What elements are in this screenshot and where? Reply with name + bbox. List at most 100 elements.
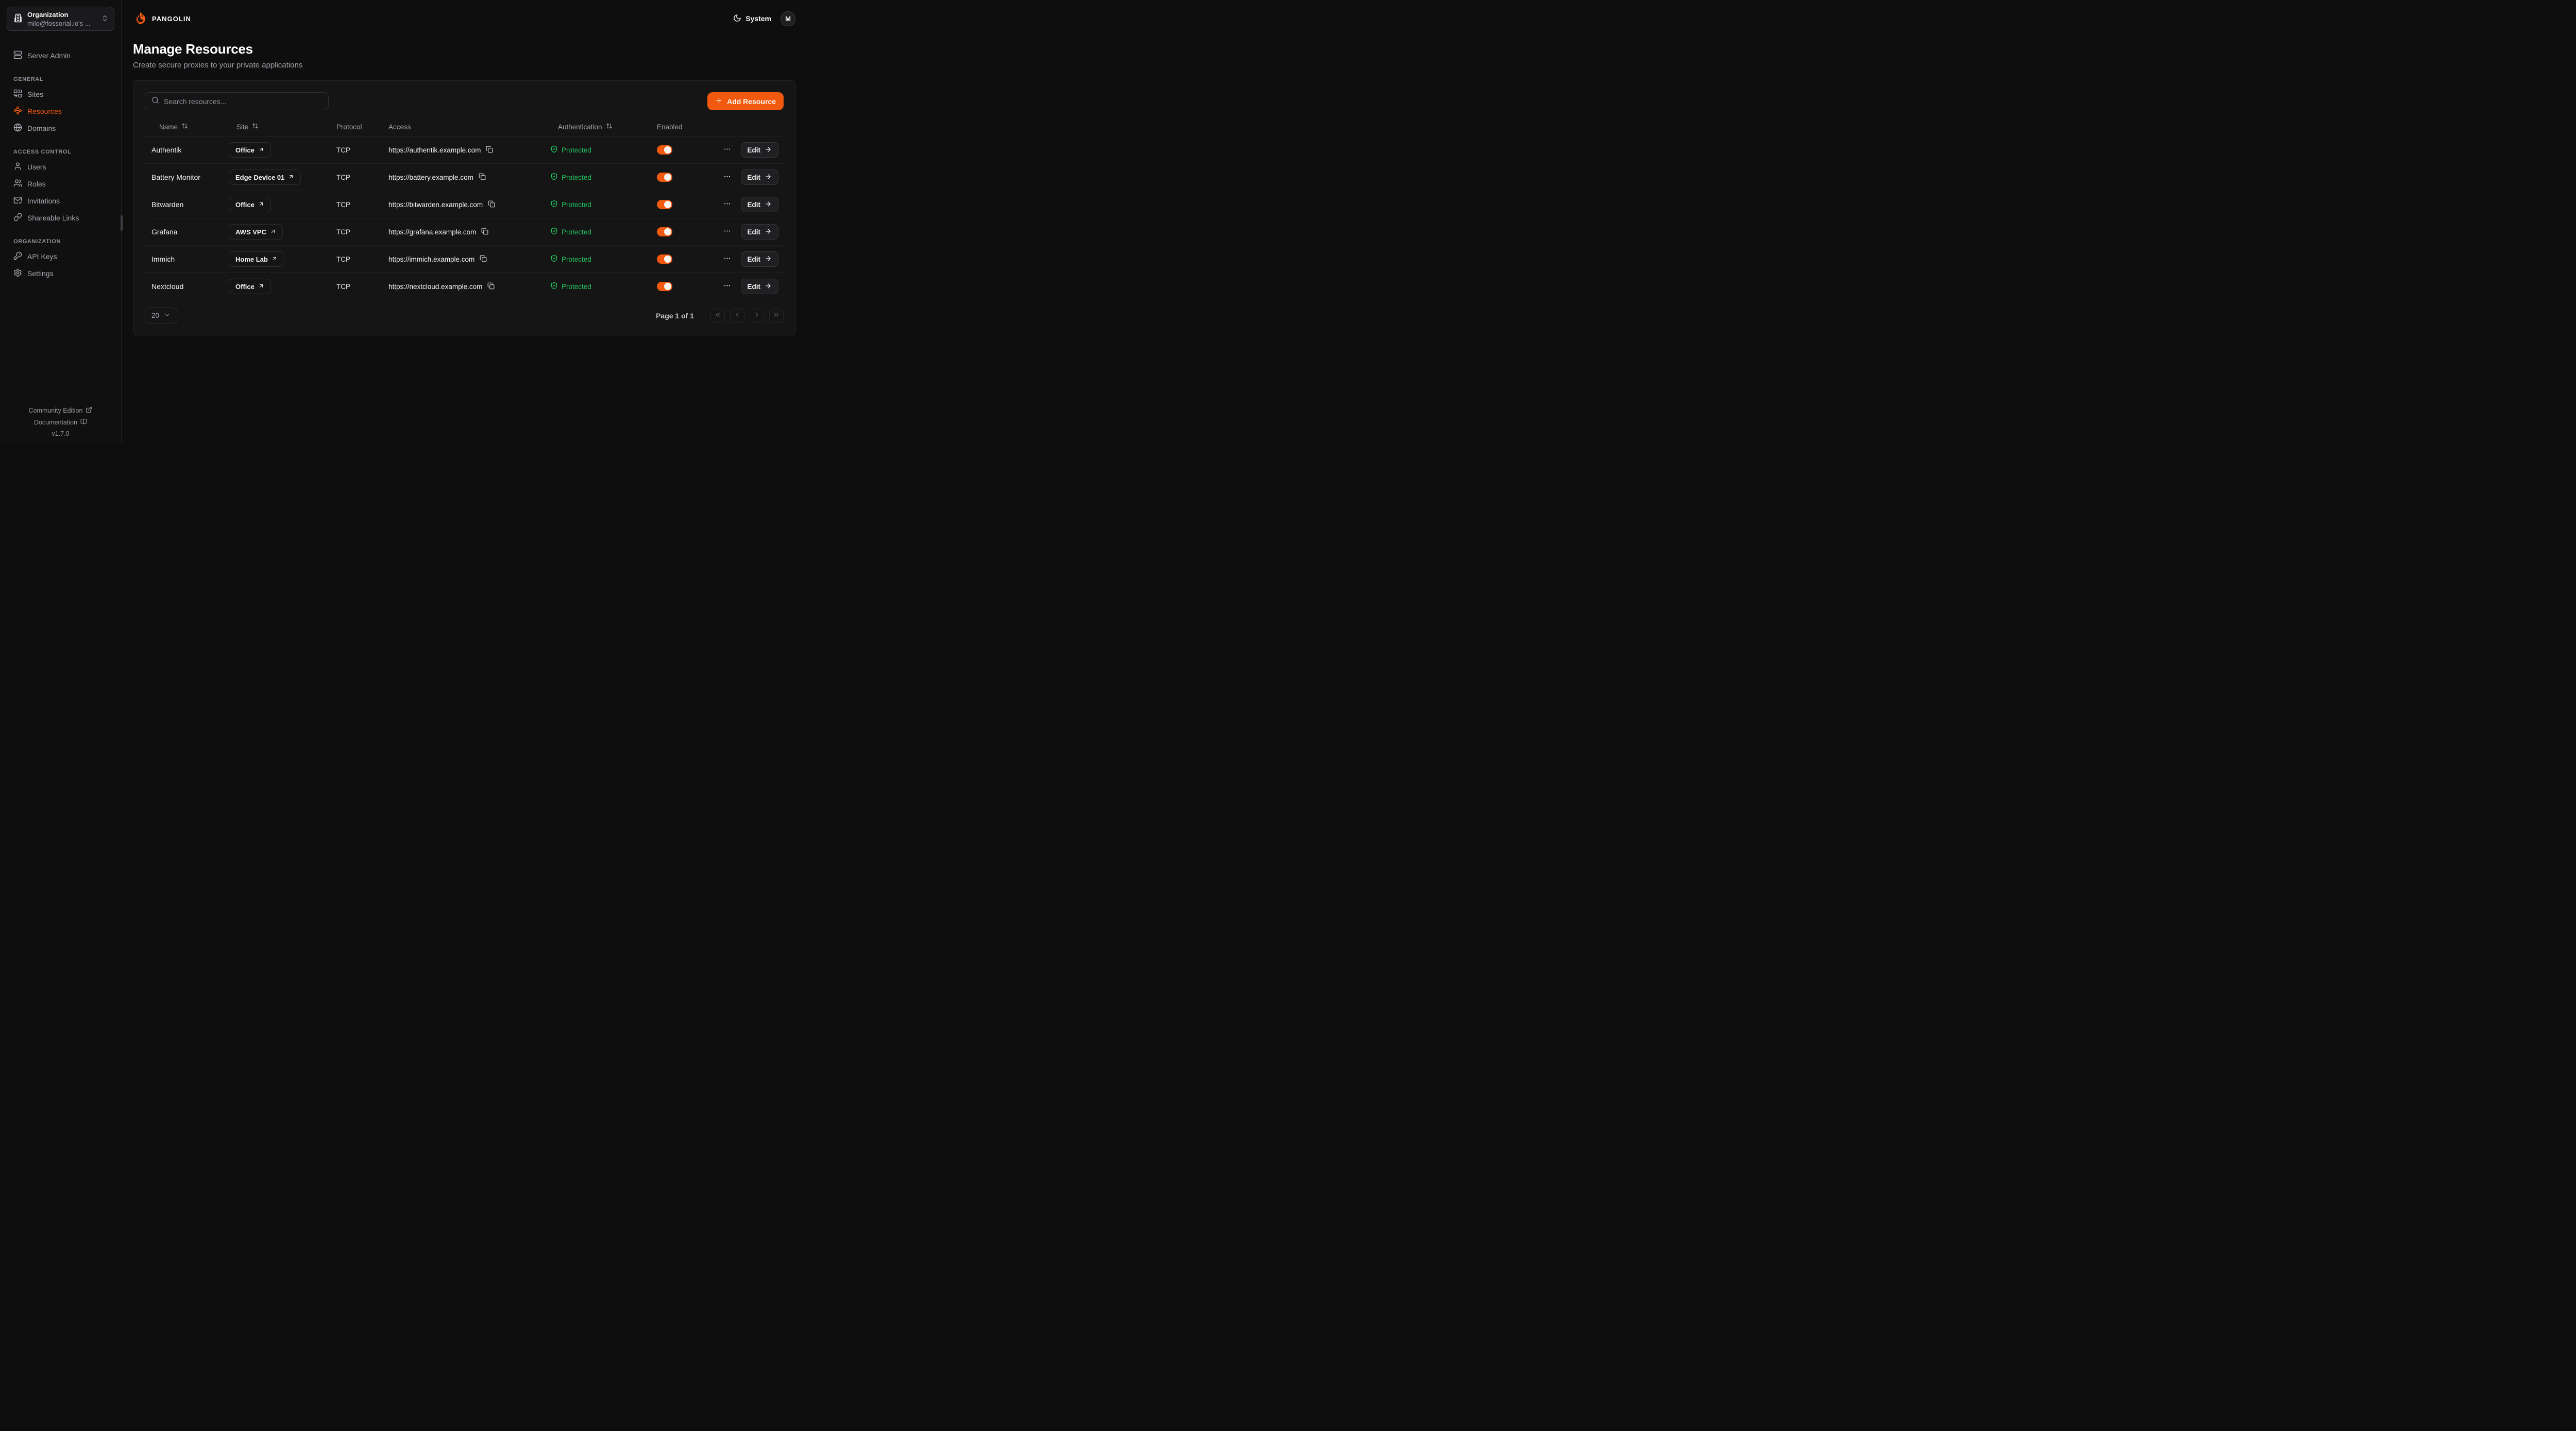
plus-icon [715, 97, 723, 106]
shield-check-icon [550, 227, 558, 236]
resource-row: Immich Home Lab TCP https://immich.examp… [145, 245, 784, 272]
sidebar-item-server-admin[interactable]: Server Admin [7, 47, 114, 64]
copy-icon [480, 255, 487, 264]
site-link-badge[interactable]: AWS VPC [229, 224, 283, 240]
site-link-badge[interactable]: Office [229, 142, 271, 158]
edit-button[interactable]: Edit [741, 224, 779, 240]
copy-icon [487, 282, 495, 291]
book-open-icon [80, 418, 87, 427]
pagination-bar: 20 Page 1 of 1 [145, 308, 784, 323]
resource-row: Authentik Office TCP https://authentik.e… [145, 136, 784, 163]
sidebar-item-resources[interactable]: Resources [7, 103, 114, 120]
copy-url-button[interactable] [487, 282, 495, 291]
sidebar-item-settings[interactable]: Settings [7, 265, 114, 282]
auth-status-badge: Protected [550, 145, 591, 155]
row-menu-button[interactable] [722, 144, 732, 156]
resources-card: Add Resource Name Site [133, 80, 795, 335]
column-header-enabled: Enabled [650, 123, 712, 131]
sidebar-item-api-keys[interactable]: API Keys [7, 248, 114, 265]
sidebar: Organization milo@fossorial.io's ... Ser… [0, 0, 122, 442]
column-header-site[interactable]: Site [222, 123, 330, 131]
key-icon [13, 251, 22, 262]
row-menu-button[interactable] [722, 226, 732, 237]
auth-status-badge: Protected [550, 200, 591, 209]
arrow-right-icon [765, 282, 772, 291]
enabled-toggle[interactable] [657, 282, 672, 291]
site-link-badge[interactable]: Office [229, 197, 271, 212]
resource-row: Nextcloud Office TCP https://nextcloud.e… [145, 272, 784, 300]
last-page-button[interactable] [769, 309, 784, 323]
enabled-toggle[interactable] [657, 173, 672, 182]
copy-url-button[interactable] [479, 173, 486, 182]
column-header-name[interactable]: Name [145, 123, 222, 131]
row-menu-button[interactable] [722, 253, 732, 265]
sidebar-item-shareable-links[interactable]: Shareable Links [7, 209, 114, 226]
sidebar-resize-handle[interactable] [121, 215, 123, 231]
copy-url-button[interactable] [481, 228, 488, 236]
edit-button[interactable]: Edit [741, 169, 779, 185]
enabled-toggle[interactable] [657, 254, 672, 264]
sort-icon [606, 123, 613, 131]
auth-status-badge: Protected [550, 173, 591, 182]
copy-icon [479, 173, 486, 182]
page-content: Manage Resources Create secure proxies t… [122, 37, 808, 335]
resource-protocol: TCP [330, 228, 382, 236]
chevron-left-icon [734, 311, 741, 320]
community-edition-link[interactable]: Community Edition [29, 406, 93, 415]
external-link-icon [86, 406, 92, 415]
sidebar-item-users[interactable]: Users [7, 158, 114, 175]
shield-check-icon [550, 254, 558, 264]
first-page-button[interactable] [710, 309, 725, 323]
site-link-badge[interactable]: Home Lab [229, 251, 284, 267]
waypoints-icon [13, 106, 22, 116]
enabled-toggle[interactable] [657, 200, 672, 209]
resource-access-url: https://authentik.example.com [388, 146, 481, 154]
sidebar-item-invitations[interactable]: Invitations [7, 192, 114, 209]
column-header-access: Access [382, 123, 544, 131]
add-resource-button[interactable]: Add Resource [707, 92, 784, 110]
enabled-toggle[interactable] [657, 227, 672, 236]
edit-button[interactable]: Edit [741, 279, 779, 294]
resource-protocol: TCP [330, 174, 382, 181]
search-input[interactable] [164, 97, 322, 106]
resource-row: Bitwarden Office TCP https://bitwarden.e… [145, 191, 784, 218]
sidebar-item-sites[interactable]: Sites [7, 86, 114, 103]
user-avatar[interactable]: M [781, 11, 795, 26]
edit-button[interactable]: Edit [741, 142, 779, 158]
copy-url-button[interactable] [480, 255, 487, 264]
copy-url-button[interactable] [486, 146, 493, 155]
org-selector[interactable]: Organization milo@fossorial.io's ... [7, 7, 114, 31]
edit-button[interactable]: Edit [741, 197, 779, 212]
row-menu-button[interactable] [722, 172, 732, 183]
arrow-up-right-icon [258, 283, 264, 291]
documentation-link[interactable]: Documentation [34, 418, 87, 427]
enabled-toggle[interactable] [657, 145, 672, 155]
auth-status-badge: Protected [550, 254, 591, 264]
sidebar-item-domains[interactable]: Domains [7, 120, 114, 137]
combine-icon [13, 89, 22, 99]
resource-protocol: TCP [330, 255, 382, 263]
ellipsis-icon [723, 282, 731, 291]
theme-toggle-button[interactable]: System [733, 14, 771, 24]
resource-name: Bitwarden [145, 200, 222, 209]
site-link-badge[interactable]: Office [229, 279, 271, 294]
copy-url-button[interactable] [488, 200, 495, 209]
sidebar-item-roles[interactable]: Roles [7, 175, 114, 192]
prev-page-button[interactable] [730, 309, 744, 323]
row-menu-button[interactable] [722, 281, 732, 292]
resource-access-url: https://nextcloud.example.com [388, 283, 482, 291]
copy-icon [481, 228, 488, 236]
next-page-button[interactable] [750, 309, 764, 323]
moon-icon [733, 14, 741, 24]
site-link-badge[interactable]: Edge Device 01 [229, 169, 301, 185]
auth-status-badge: Protected [550, 227, 591, 236]
search-box [145, 92, 329, 110]
nav-section-title: Organization [7, 238, 114, 245]
column-header-authentication[interactable]: Authentication [544, 123, 650, 131]
page-title: Manage Resources [133, 41, 795, 57]
chevron-down-icon [164, 312, 171, 320]
edit-button[interactable]: Edit [741, 251, 779, 267]
row-menu-button[interactable] [722, 199, 732, 210]
page-size-select[interactable]: 20 [145, 308, 177, 323]
org-label: Organization [27, 11, 96, 19]
